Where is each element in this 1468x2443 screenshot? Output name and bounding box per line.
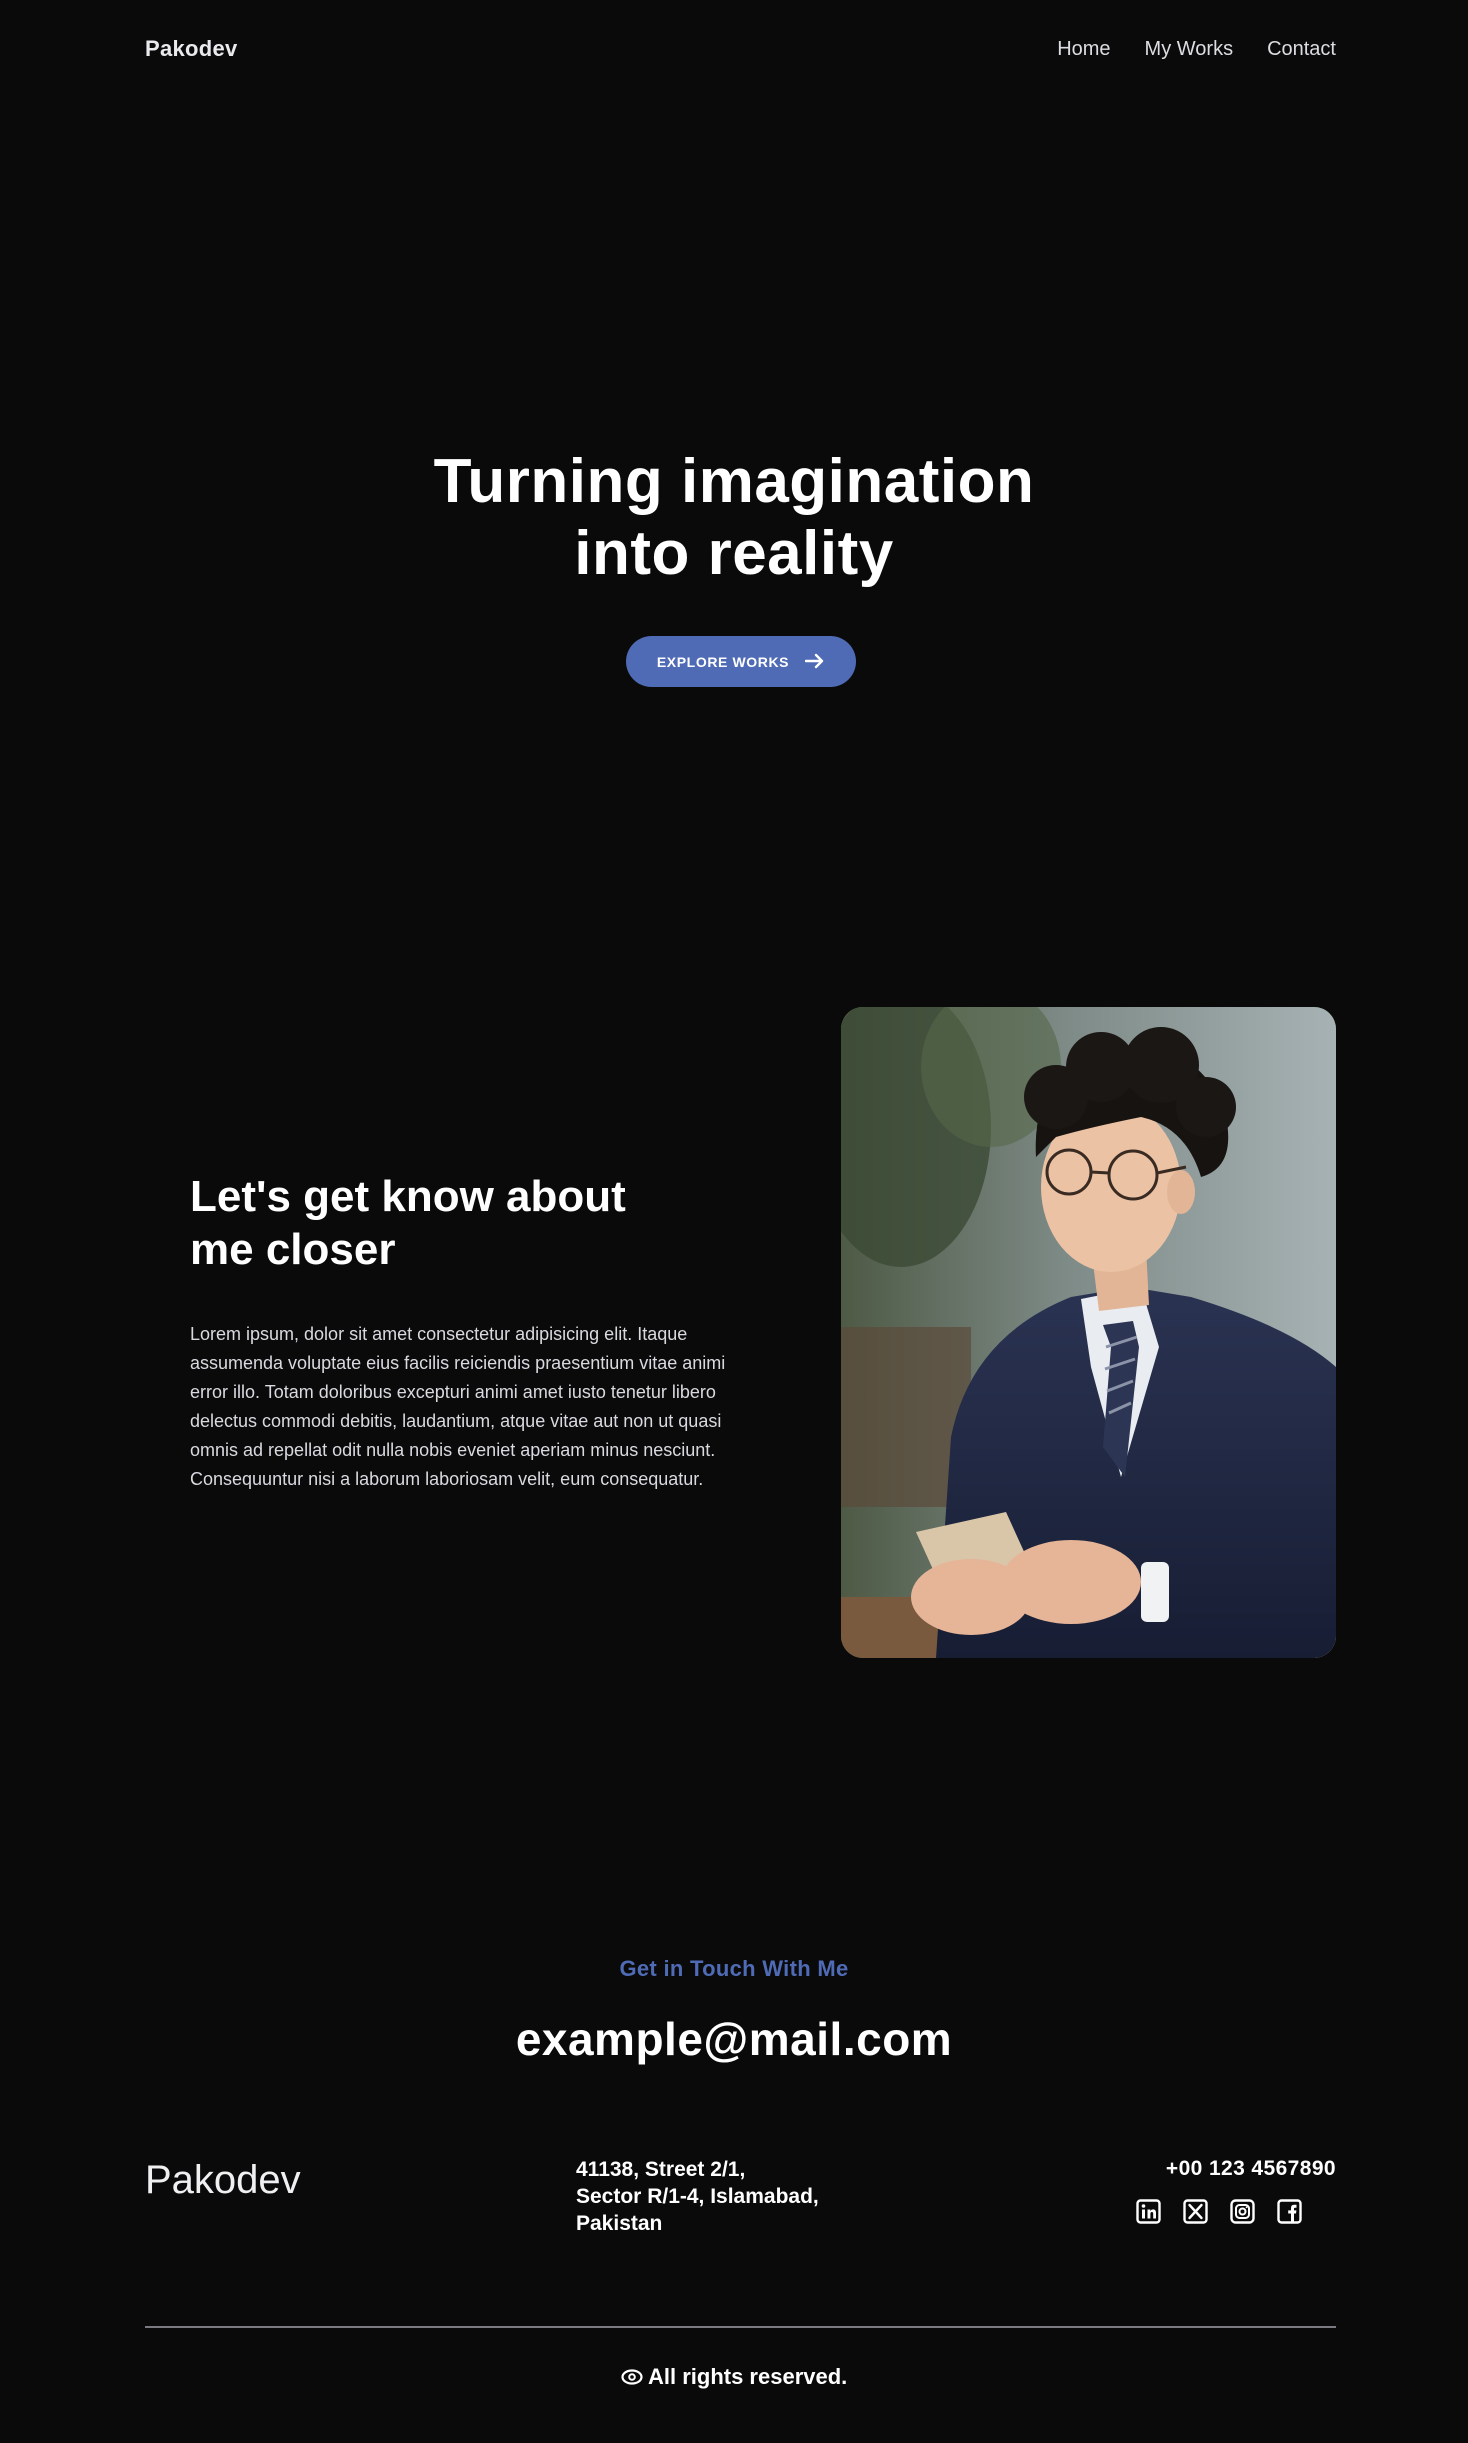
about-paragraph-line: error illo. Totam doloribus excepturi an… (190, 1382, 716, 1402)
address-line: Pakistan (576, 2212, 663, 2235)
hero-title-line: Turning imagination (433, 447, 1035, 516)
contact-heading: Get in Touch With Me (619, 1956, 849, 1981)
instagram-icon[interactable] (1230, 2199, 1255, 2224)
footer-address: 41138, Street 2/1, Sector R/1-4, Islamab… (576, 2156, 819, 2237)
nav-contact[interactable]: Contact (1267, 38, 1336, 61)
about-paragraph-line: Lorem ipsum, dolor sit amet consectetur … (190, 1324, 688, 1344)
contact-email[interactable]: example@mail.com (0, 2012, 1468, 2066)
main-nav: Home My Works Contact (1057, 38, 1336, 61)
about-paragraph-line: omnis ad repellat odit nulla nobis eveni… (190, 1440, 716, 1460)
arrow-right-icon (804, 651, 825, 673)
about-title-line: me closer (190, 1225, 396, 1274)
brand-logo[interactable]: Pakodev (145, 36, 238, 62)
profile-photo (841, 1007, 1336, 1658)
about-title-line: Let's get know about (190, 1172, 626, 1221)
copyright-label: All rights reserved. (647, 2364, 848, 2389)
facebook-icon[interactable] (1277, 2199, 1302, 2224)
footer-brand: Pakodev (145, 2158, 301, 2202)
x-icon[interactable] (1183, 2199, 1208, 2224)
hero-title-line: into reality (574, 519, 894, 588)
about-title: Let's get know about me closer (190, 1170, 790, 1276)
nav-my-works[interactable]: My Works (1145, 38, 1234, 61)
explore-works-label: EXPLORE WORKS (656, 653, 790, 670)
nav-home[interactable]: Home (1057, 38, 1110, 61)
social-links (1136, 2199, 1302, 2224)
hero-title: Turning imagination into reality (0, 446, 1468, 590)
address-line: Sector R/1-4, Islamabad, (576, 2185, 819, 2208)
about-paragraph-line: Consequuntur nisi a laborum laboriosam v… (190, 1469, 704, 1489)
footer-divider (145, 2326, 1336, 2328)
footer-phone[interactable]: +00 123 4567890 (1166, 2157, 1336, 2181)
linkedin-icon[interactable] (1136, 2199, 1161, 2224)
copyright-icon (621, 2364, 648, 2389)
copyright-text: All rights reserved. (0, 2364, 1468, 2390)
address-line: 41138, Street 2/1, (576, 2158, 746, 2181)
about-paragraph-line: assumenda voluptate eius facilis reicien… (190, 1353, 726, 1373)
about-paragraph-line: delectus commodi debitis, laudantium, at… (190, 1411, 722, 1431)
explore-works-button[interactable]: EXPLORE WORKS (626, 636, 856, 687)
about-paragraph: Lorem ipsum, dolor sit amet consectetur … (190, 1320, 775, 1494)
